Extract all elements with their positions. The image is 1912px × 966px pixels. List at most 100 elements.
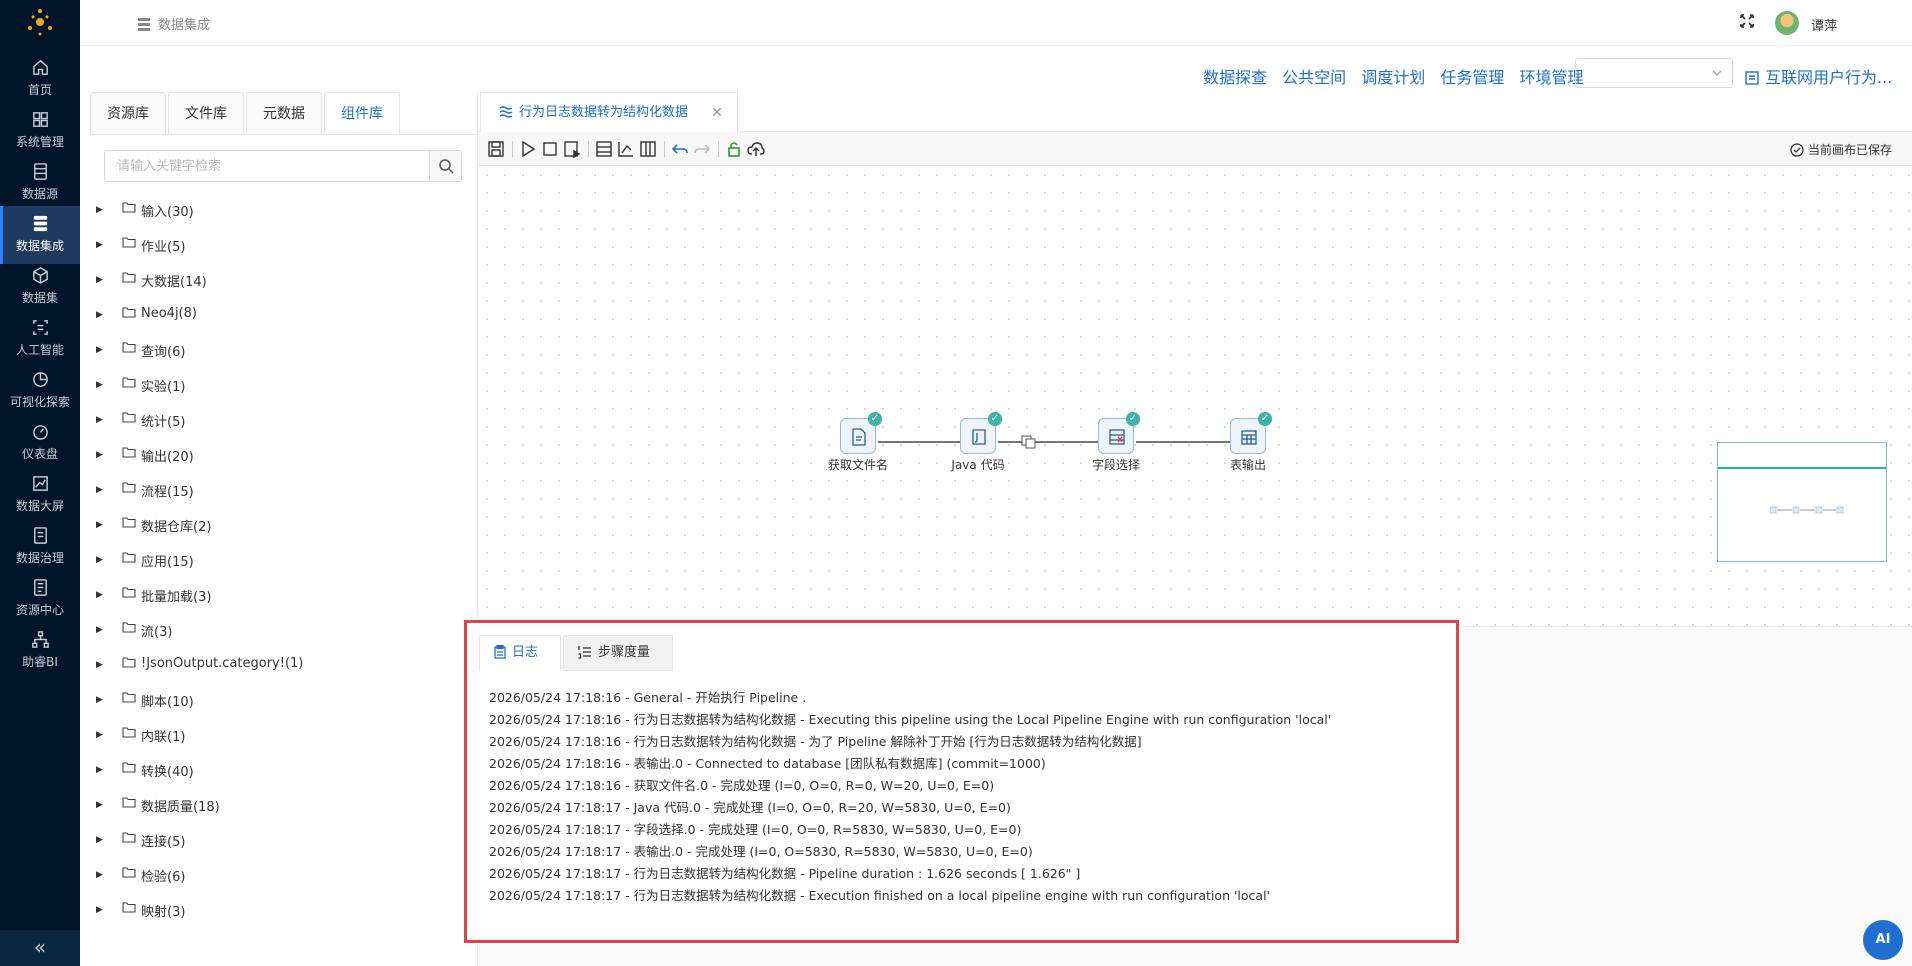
tree-item[interactable]: ▶ 流程(15) (96, 476, 466, 511)
caret-right-icon[interactable]: ▶ (96, 555, 103, 565)
caret-right-icon[interactable]: ▶ (96, 730, 103, 740)
tree-item[interactable]: ▶ 连接(5) (96, 826, 466, 861)
nav-item-data-governance[interactable]: 数据治理 (0, 518, 80, 576)
redo-icon[interactable] (692, 139, 712, 159)
nav-item-zhurui-bi[interactable]: 助睿BI (0, 622, 80, 680)
nav-item-big-screen[interactable]: 数据大屏 (0, 466, 80, 524)
caret-right-icon[interactable]: ▶ (96, 485, 103, 495)
caret-right-icon[interactable]: ▶ (96, 835, 103, 845)
nav-item-ai[interactable]: 人工智能 (0, 310, 80, 368)
caret-right-icon[interactable]: ▶ (96, 765, 103, 775)
step-select-values[interactable]: ✓ 字段选择 (1061, 412, 1171, 473)
upload-cloud-icon[interactable] (746, 139, 766, 159)
user-name[interactable]: 谭萍 (1811, 15, 1837, 34)
tab-log[interactable]: 日志 (479, 635, 561, 671)
tree-item[interactable]: ▶ Neo4j(8) (96, 301, 466, 336)
tree-item[interactable]: ▶ 输出(20) (96, 441, 466, 476)
env-select[interactable] (1575, 58, 1733, 88)
tree-item[interactable]: ▶ 映射(3) (96, 896, 466, 931)
nav-item-visual-explore[interactable]: 可视化探索 (0, 362, 80, 420)
run-icon[interactable] (518, 139, 538, 159)
caret-right-icon[interactable]: ▶ (96, 590, 103, 600)
tab-pipeline[interactable]: 行为日志数据转为结构化数据 ✕ (480, 92, 738, 133)
tree-item[interactable]: ▶ 数据仓库(2) (96, 511, 466, 546)
layout-icon[interactable] (594, 139, 614, 159)
tab-component-library[interactable]: 组件库 (324, 92, 400, 135)
tab-file-library[interactable]: 文件库 (168, 92, 244, 134)
tree-item[interactable]: ▶ 统计(5) (96, 406, 466, 441)
step-java-code[interactable]: ✓ Java 代码 (923, 412, 1033, 473)
link-task-management[interactable]: 任务管理 (1440, 68, 1504, 87)
log-line: 2026/05/24 17:18:16 - General - 开始执行 Pip… (489, 690, 807, 705)
tree-item[interactable]: ▶ 查询(6) (96, 336, 466, 371)
stop-icon[interactable] (540, 139, 560, 159)
tab-step-metrics[interactable]: 步骤度量 (563, 635, 673, 671)
save-icon[interactable] (486, 139, 506, 159)
tree-item[interactable]: ▶ 脚本(10) (96, 686, 466, 721)
caret-right-icon[interactable]: ▶ (96, 695, 103, 705)
caret-right-icon[interactable]: ▶ (96, 905, 103, 915)
tree-item[interactable]: ▶ !JsonOutput.category!(1) (96, 651, 466, 686)
table-icon[interactable] (638, 139, 658, 159)
ai-assistant-button[interactable]: AI (1863, 920, 1903, 960)
side-nav: 首页 系统管理 数据源 数据集成 数据集 人工智能 可视化探索 仪表盘 数据大屏… (0, 0, 80, 966)
link-public-space[interactable]: 公共空间 (1282, 68, 1346, 87)
tree-item[interactable]: ▶ 转换(40) (96, 756, 466, 791)
link-schedule-plan[interactable]: 调度计划 (1361, 68, 1425, 87)
tab-metadata[interactable]: 元数据 (246, 92, 322, 134)
step-table-output[interactable]: ✓ 表输出 (1193, 412, 1303, 473)
tree-item[interactable]: ▶ 批量加载(3) (96, 581, 466, 616)
pie-chart-icon (32, 372, 48, 387)
caret-right-icon[interactable]: ▶ (96, 415, 103, 425)
tree-item[interactable]: ▶ 检验(6) (96, 861, 466, 896)
avatar[interactable] (1775, 11, 1799, 35)
pipeline-canvas[interactable]: ✓ 获取文件名 ✓ Java 代码 ✓ 字段选择 ✓ 表输出 (478, 166, 1912, 626)
tree-item[interactable]: ▶ 应用(15) (96, 546, 466, 581)
nav-item-dashboard[interactable]: 仪表盘 (0, 414, 80, 472)
nav-item-label: 数据集成 (15, 239, 64, 253)
tree-item[interactable]: ▶ 数据质量(18) (96, 791, 466, 826)
caret-right-icon[interactable]: ▶ (96, 800, 103, 810)
metrics-icon[interactable] (616, 139, 636, 159)
lock-icon[interactable] (724, 139, 744, 159)
nav-item-home[interactable]: 首页 (0, 50, 80, 108)
undo-icon[interactable] (670, 139, 690, 159)
caret-right-icon[interactable]: ▶ (96, 310, 103, 320)
caret-right-icon[interactable]: ▶ (96, 380, 103, 390)
close-icon[interactable]: ✕ (711, 93, 723, 133)
tab-resource-library[interactable]: 资源库 (90, 92, 166, 134)
nav-item-system[interactable]: 系统管理 (0, 102, 80, 160)
nav-collapse-button[interactable]: « (0, 930, 80, 966)
search-input[interactable] (105, 151, 430, 181)
tree-item[interactable]: ▶ 内联(1) (96, 721, 466, 756)
caret-right-icon[interactable]: ▶ (96, 240, 103, 250)
caret-right-icon[interactable]: ▶ (96, 450, 103, 460)
caret-right-icon[interactable]: ▶ (96, 275, 103, 285)
toolbar-separator (718, 141, 719, 157)
tree-item[interactable]: ▶ 大数据(14) (96, 266, 466, 301)
fullscreen-icon[interactable] (1739, 13, 1755, 29)
tree-item[interactable]: ▶ 输入(30) (96, 196, 466, 231)
nav-item-resource-center[interactable]: 资源中心 (0, 570, 80, 628)
project-link[interactable]: 互联网用户行为... (1745, 64, 1892, 88)
caret-right-icon[interactable]: ▶ (96, 520, 103, 530)
step-get-filename[interactable]: ✓ 获取文件名 (803, 412, 913, 473)
caret-right-icon[interactable]: ▶ (96, 625, 103, 635)
preview-icon[interactable] (562, 139, 582, 159)
link-env-management[interactable]: 环境管理 (1519, 68, 1583, 87)
tree-item[interactable]: ▶ 作业(5) (96, 231, 466, 266)
caret-right-icon[interactable]: ▶ (96, 870, 103, 880)
link-data-explore[interactable]: 数据探查 (1203, 68, 1267, 87)
nav-item-dataset[interactable]: 数据集 (0, 258, 80, 316)
server-stack-icon (33, 215, 47, 232)
tree-item[interactable]: ▶ 流(3) (96, 616, 466, 651)
caret-right-icon[interactable]: ▶ (96, 345, 103, 355)
tree-item[interactable]: ▶ 实验(1) (96, 371, 466, 406)
folder-icon (122, 797, 136, 808)
nav-item-data-integration[interactable]: 数据集成 (0, 206, 80, 264)
canvas-minimap[interactable] (1717, 442, 1887, 562)
nav-item-datasource[interactable]: 数据源 (0, 154, 80, 212)
caret-right-icon[interactable]: ▶ (96, 660, 103, 670)
search-button[interactable] (429, 151, 461, 181)
caret-right-icon[interactable]: ▶ (96, 205, 103, 215)
